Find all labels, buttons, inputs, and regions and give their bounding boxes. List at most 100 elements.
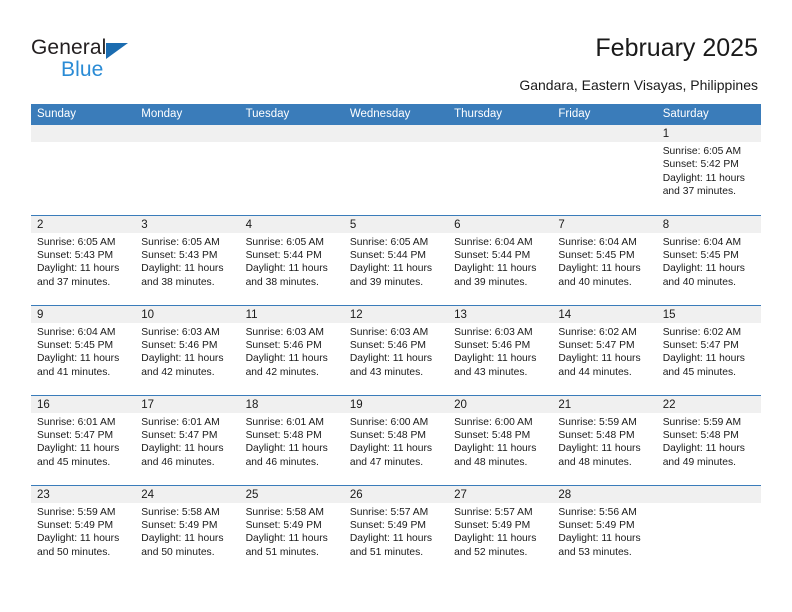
calendar-day-cell[interactable]: 28 Sunrise: 5:56 AM Sunset: 5:49 PM Dayligh… <box>552 484 657 575</box>
calendar-day-cell[interactable]: 4 Sunrise: 6:05 AM Sunset: 5:44 PM Daylight… <box>239 214 344 305</box>
calendar-day-cell[interactable]: 1 Sunrise: 6:05 AM Sunset: 5:42 PM Daylight… <box>656 125 761 215</box>
calendar-day-cell[interactable]: 11 Sunrise: 6:03 AM Sunset: 5:46 PM Dayligh… <box>239 304 344 395</box>
calendar-week-row: 2 Sunrise: 6:05 AM Sunset: 5:43 PM Daylight… <box>31 214 761 305</box>
sunrise-time: Sunrise: 6:05 AM <box>349 236 429 248</box>
day-detail: Sunrise: 5:59 AM Sunset: 5:48 PM Daylight:… <box>552 413 656 470</box>
day-number: 22 <box>656 395 761 413</box>
calendar-day-cell[interactable]: 19 Sunrise: 6:00 AM Sunset: 5:48 PM Dayligh… <box>343 394 449 485</box>
daylight-duration: Daylight: 11 hours and 48 minutes. <box>454 443 537 468</box>
calendar-day-cell[interactable]: 25 Sunrise: 5:58 AM Sunset: 5:49 PM Dayligh… <box>239 484 344 575</box>
calendar-week-row: 23 Sunrise: 5:59 AM Sunset: 5:49 PM Dayligh… <box>31 484 761 575</box>
day-detail: Sunrise: 6:01 AM Sunset: 5:47 PM Daylight:… <box>31 413 135 470</box>
sunrise-time: Sunrise: 5:56 AM <box>558 506 637 518</box>
calendar-week-row: 9 Sunrise: 6:04 AM Sunset: 5:45 PM Daylight… <box>31 304 761 395</box>
calendar-day-cell[interactable]: 23 Sunrise: 5:59 AM Sunset: 5:49 PM Dayligh… <box>31 484 136 575</box>
calendar-day-cell[interactable]: 7 Sunrise: 6:04 AM Sunset: 5:45 PM Daylight… <box>552 214 657 305</box>
calendar-day-cell[interactable]: 21 Sunrise: 5:59 AM Sunset: 5:48 PM Dayligh… <box>552 394 657 485</box>
sunrise-time: Sunrise: 6:00 AM <box>454 416 533 428</box>
day-number: 13 <box>448 305 553 323</box>
day-detail: Sunrise: 6:00 AM Sunset: 5:48 PM Daylight:… <box>448 413 552 470</box>
day-detail: Sunrise: 6:05 AM Sunset: 5:42 PM Daylight:… <box>657 142 761 199</box>
daylight-duration: Daylight: 11 hours and 40 minutes. <box>558 263 641 288</box>
day-number: 25 <box>239 485 344 503</box>
calendar-day-cell[interactable]: 2 Sunrise: 6:05 AM Sunset: 5:43 PM Daylight… <box>31 214 136 305</box>
daylight-duration: Daylight: 11 hours and 52 minutes. <box>454 533 537 558</box>
calendar-page: General Blue February 2025 Gandara, East… <box>0 0 792 612</box>
day-detail: Sunrise: 6:03 AM Sunset: 5:46 PM Daylight:… <box>240 323 344 380</box>
sunrise-time: Sunrise: 6:04 AM <box>558 236 637 248</box>
day-detail: Sunrise: 6:05 AM Sunset: 5:44 PM Daylight:… <box>240 233 344 290</box>
calendar-day-cell[interactable]: 8 Sunrise: 6:04 AM Sunset: 5:45 PM Daylight… <box>656 214 761 305</box>
daylight-duration: Daylight: 11 hours and 51 minutes. <box>245 533 328 558</box>
calendar-day-cell[interactable]: 20 Sunrise: 6:00 AM Sunset: 5:48 PM Dayligh… <box>448 394 553 485</box>
page-title: February 2025 <box>595 34 758 62</box>
sunset-time: Sunset: 5:48 PM <box>245 429 322 441</box>
day-number: 23 <box>31 485 136 503</box>
calendar-day-cell[interactable]: 9 Sunrise: 6:04 AM Sunset: 5:45 PM Daylight… <box>31 304 136 395</box>
calendar-day-cell[interactable]: 10 Sunrise: 6:03 AM Sunset: 5:46 PM Dayligh… <box>135 304 240 395</box>
calendar-day-cell[interactable]: 22 Sunrise: 5:59 AM Sunset: 5:48 PM Dayligh… <box>656 394 761 485</box>
daylight-duration: Daylight: 11 hours and 42 minutes. <box>245 353 328 378</box>
sunrise-time: Sunrise: 6:00 AM <box>349 416 429 428</box>
day-number: 14 <box>552 305 657 323</box>
daylight-duration: Daylight: 11 hours and 50 minutes. <box>37 533 120 558</box>
sunrise-time: Sunrise: 5:59 AM <box>558 416 637 428</box>
day-detail: Sunrise: 6:04 AM Sunset: 5:45 PM Daylight:… <box>552 233 656 290</box>
sunrise-time: Sunrise: 5:57 AM <box>349 506 429 518</box>
calendar-day-cell[interactable]: 6 Sunrise: 6:04 AM Sunset: 5:44 PM Daylight… <box>448 214 553 305</box>
calendar-day-cell[interactable]: 26 Sunrise: 5:57 AM Sunset: 5:49 PM Dayligh… <box>343 484 449 575</box>
sunrise-time: Sunrise: 5:57 AM <box>454 506 533 518</box>
sunrise-time: Sunrise: 6:02 AM <box>558 326 637 338</box>
daylight-duration: Daylight: 11 hours and 45 minutes. <box>37 443 120 468</box>
day-number: 7 <box>552 215 657 233</box>
day-detail: Sunrise: 6:02 AM Sunset: 5:47 PM Daylight:… <box>657 323 761 380</box>
calendar-day-cell[interactable]: 24 Sunrise: 5:58 AM Sunset: 5:49 PM Dayligh… <box>135 484 240 575</box>
day-detail: Sunrise: 6:05 AM Sunset: 5:44 PM Daylight:… <box>344 233 448 290</box>
sunset-time: Sunset: 5:48 PM <box>662 429 739 441</box>
day-number: 21 <box>552 395 657 413</box>
calendar-day-cell[interactable]: 15 Sunrise: 6:02 AM Sunset: 5:47 PM Dayligh… <box>656 304 761 395</box>
calendar-day-cell[interactable]: 13 Sunrise: 6:03 AM Sunset: 5:46 PM Dayligh… <box>448 304 553 395</box>
calendar-day-cell[interactable]: 14 Sunrise: 6:02 AM Sunset: 5:47 PM Dayligh… <box>552 304 657 395</box>
day-detail: Sunrise: 6:01 AM Sunset: 5:47 PM Daylight:… <box>135 413 239 470</box>
daylight-duration: Daylight: 11 hours and 43 minutes. <box>454 353 537 378</box>
calendar-day-cell[interactable]: 12 Sunrise: 6:03 AM Sunset: 5:46 PM Dayligh… <box>343 304 449 395</box>
calendar-day-cell-empty <box>656 484 761 575</box>
day-number: 24 <box>135 485 240 503</box>
calendar-week-row: 1 Sunrise: 6:05 AM Sunset: 5:42 PM Daylight… <box>31 125 761 215</box>
day-number: 16 <box>31 395 136 413</box>
calendar-day-cell[interactable]: 5 Sunrise: 6:05 AM Sunset: 5:44 PM Daylight… <box>343 214 449 305</box>
day-number: 18 <box>239 395 344 413</box>
calendar-day-cell[interactable]: 18 Sunrise: 6:01 AM Sunset: 5:48 PM Dayligh… <box>239 394 344 485</box>
calendar-day-cell[interactable]: 16 Sunrise: 6:01 AM Sunset: 5:47 PM Dayligh… <box>31 394 136 485</box>
day-detail: Sunrise: 6:03 AM Sunset: 5:46 PM Daylight:… <box>135 323 239 380</box>
sunset-time: Sunset: 5:48 PM <box>349 429 426 441</box>
weekday-header-wednesday: Wednesday <box>343 104 449 125</box>
day-number: 28 <box>552 485 657 503</box>
sunset-time: Sunset: 5:49 PM <box>37 519 114 531</box>
sunset-time: Sunset: 5:49 PM <box>245 519 322 531</box>
sunset-time: Sunset: 5:43 PM <box>37 249 114 261</box>
daylight-duration: Daylight: 11 hours and 39 minutes. <box>349 263 433 288</box>
sunset-time: Sunset: 5:46 PM <box>454 339 531 351</box>
calendar-day-cell[interactable]: 17 Sunrise: 6:01 AM Sunset: 5:47 PM Dayligh… <box>135 394 240 485</box>
calendar-day-cell[interactable]: 3 Sunrise: 6:05 AM Sunset: 5:43 PM Daylight… <box>135 214 240 305</box>
sunset-time: Sunset: 5:44 PM <box>454 249 531 261</box>
calendar-day-cell[interactable]: 27 Sunrise: 5:57 AM Sunset: 5:49 PM Dayligh… <box>448 484 553 575</box>
sunrise-time: Sunrise: 6:04 AM <box>37 326 116 338</box>
sunset-time: Sunset: 5:46 PM <box>349 339 426 351</box>
general-blue-logo[interactable]: General Blue <box>31 36 161 86</box>
daylight-duration: Daylight: 11 hours and 50 minutes. <box>141 533 224 558</box>
day-detail: Sunrise: 6:03 AM Sunset: 5:46 PM Daylight:… <box>344 323 448 380</box>
sunrise-time: Sunrise: 6:05 AM <box>245 236 324 248</box>
weekday-header-saturday: Saturday <box>656 104 761 125</box>
sunset-time: Sunset: 5:45 PM <box>662 249 739 261</box>
sunrise-time: Sunrise: 6:03 AM <box>141 326 220 338</box>
triangle-flag-icon <box>106 43 128 59</box>
daylight-duration: Daylight: 11 hours and 38 minutes. <box>141 263 224 288</box>
daylight-duration: Daylight: 11 hours and 37 minutes. <box>37 263 120 288</box>
weekday-header-thursday: Thursday <box>448 104 553 125</box>
day-detail: Sunrise: 6:04 AM Sunset: 5:45 PM Daylight:… <box>31 323 135 380</box>
daylight-duration: Daylight: 11 hours and 37 minutes. <box>662 172 745 198</box>
day-number <box>343 125 449 142</box>
